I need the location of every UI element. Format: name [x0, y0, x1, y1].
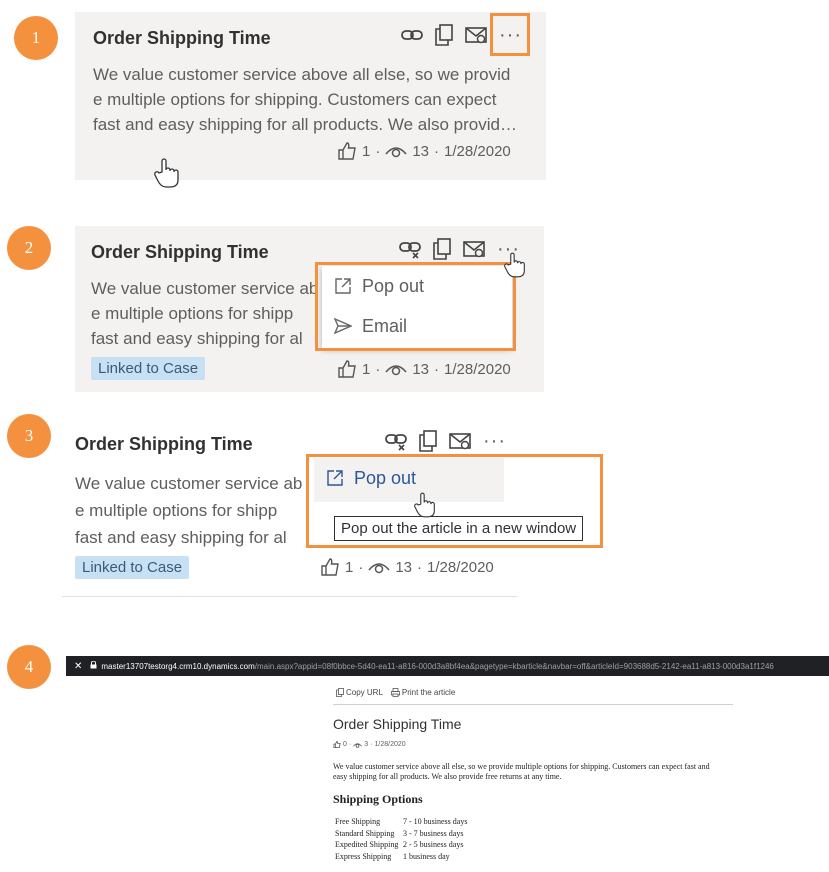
body-line: easy shipping for all products. We also … [333, 772, 562, 781]
email-link-icon[interactable] [463, 239, 485, 259]
step-1-marker: 1 [14, 16, 58, 60]
copy-url-label: Copy URL [346, 688, 383, 697]
step-3-marker: 3 [7, 414, 51, 458]
linked-to-case-badge: Linked to Case [91, 357, 206, 380]
thumbs-up-icon [333, 741, 341, 748]
article-title: Order Shipping Time [91, 242, 269, 262]
shipping-time: 3 - 7 business days [403, 828, 464, 838]
view-count: 13 [412, 360, 430, 378]
table-row: Expedited Shipping 2 - 5 business days [335, 839, 467, 851]
more-options-icon[interactable]: ··· [483, 431, 506, 451]
shipping-options-table: Free Shipping 7 - 10 business days Standa… [335, 816, 467, 862]
body-line: We value customer service above all else… [333, 762, 710, 771]
article-date: 1/28/2020 [444, 360, 511, 378]
unlink-icon[interactable] [399, 239, 421, 259]
shipping-type: Standard Shipping [335, 828, 395, 838]
article-date: 1/28/2020 [444, 142, 511, 160]
article-card-1[interactable]: Order Shipping Time ··· We value custome… [75, 12, 546, 180]
meta-separator: · [417, 558, 423, 576]
article-date: 1/28/2020 [427, 558, 494, 576]
shipping-time: 2 - 5 business days [403, 840, 464, 849]
meta-separator: · [434, 360, 440, 378]
article-summary-line: We value customer service above all else… [93, 65, 511, 84]
view-icon [353, 742, 363, 748]
table-row: Express Shipping 1 business day [335, 851, 467, 863]
lock-icon [90, 660, 97, 671]
print-article-button[interactable]: Print the article [391, 688, 455, 697]
table-row: Standard Shipping 3 - 7 business days [335, 828, 467, 840]
divider [333, 704, 733, 705]
like-count: 1 [362, 360, 371, 378]
highlight-more-options [490, 13, 530, 56]
shipping-time: 7 - 10 business days [403, 817, 468, 826]
browser-address-bar[interactable]: ✕ master13707testorg4.crm10.dynamics.com… [66, 656, 829, 676]
shipping-options-heading: Shipping Options [333, 792, 423, 806]
hand-cursor-icon [414, 492, 436, 523]
like-count: 0 [343, 741, 347, 748]
article-title: Order Shipping Time [75, 434, 253, 454]
copy-url-button[interactable]: Copy URL [336, 688, 383, 697]
url-path: /main.aspx?appid=08f0bbce-5d40-ea11-a816… [254, 661, 774, 671]
meta-separator: · [375, 142, 381, 160]
view-icon [385, 144, 407, 158]
highlight-menu [315, 262, 516, 351]
meta-separator: · [348, 741, 352, 748]
url-host: master13707testorg4.crm10.dynamics.com [101, 661, 255, 671]
copy-icon[interactable] [435, 24, 453, 46]
like-count: 1 [345, 558, 354, 576]
hand-cursor-icon [154, 158, 180, 193]
article-summary-line: fast and easy shipping for all products.… [93, 115, 517, 134]
email-link-icon[interactable] [465, 25, 487, 45]
article-title: Order Shipping Time [93, 28, 271, 48]
table-row: Free Shipping 7 - 10 business days [335, 816, 467, 828]
printer-icon [391, 688, 400, 697]
meta-separator: · [370, 741, 373, 748]
article-date: 1/28/2020 [374, 741, 406, 748]
article-toolbar: Copy URL Print the article [336, 688, 455, 697]
shipping-type: Free Shipping [335, 817, 381, 826]
view-icon [385, 362, 407, 376]
print-article-label: Print the article [401, 688, 456, 697]
step-2-marker: 2 [7, 226, 51, 270]
view-icon [368, 560, 390, 574]
like-count: 1 [362, 142, 371, 160]
close-window-icon[interactable]: ✕ [74, 661, 82, 672]
popped-article-title: Order Shipping Time [333, 716, 462, 732]
article-summary-line: e multiple options for shipping. Custome… [93, 90, 497, 109]
linked-to-case-badge: Linked to Case [75, 556, 190, 579]
popped-article-meta: 0 · 3 · 1/28/2020 [333, 741, 406, 748]
view-count: 3 [364, 741, 369, 748]
popped-article-body: We value customer service above all else… [333, 762, 753, 782]
meta-separator: · [358, 558, 364, 576]
step-4-marker: 4 [7, 645, 51, 689]
view-count: 13 [395, 558, 413, 576]
thumbs-up-icon[interactable] [337, 360, 357, 378]
copy-icon[interactable] [433, 238, 451, 260]
link-icon[interactable] [401, 26, 423, 44]
shipping-type: Express Shipping [335, 851, 392, 861]
copy-icon [336, 688, 344, 697]
shipping-type: Expedited Shipping [335, 840, 399, 849]
unlink-icon[interactable] [385, 431, 407, 451]
email-link-icon[interactable] [449, 431, 471, 451]
highlight-pop-out [306, 454, 603, 548]
thumbs-up-icon[interactable] [320, 558, 340, 576]
meta-separator: · [375, 360, 381, 378]
copy-icon[interactable] [419, 430, 437, 452]
shipping-time: 1 business day [403, 851, 450, 861]
meta-separator: · [434, 142, 440, 160]
thumbs-up-icon[interactable] [337, 142, 357, 160]
hand-cursor-icon [504, 252, 526, 283]
view-count: 13 [412, 142, 430, 160]
